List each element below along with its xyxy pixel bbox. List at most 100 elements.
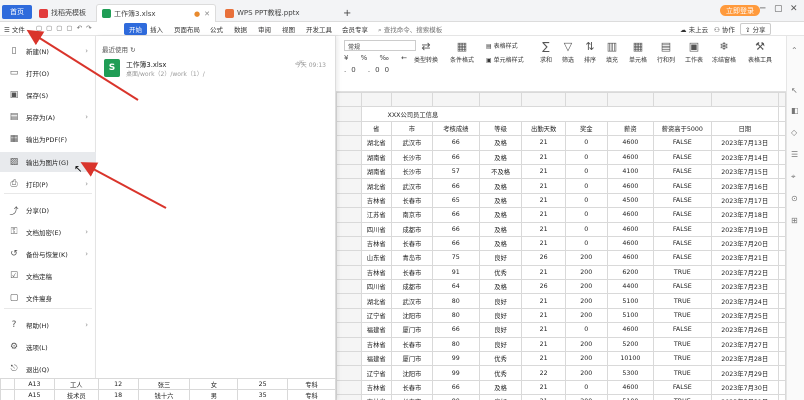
sheet-title[interactable]: XXX公司员工信息 — [360, 106, 779, 122]
table-cell[interactable]: 66 — [431, 149, 480, 165]
table-cell[interactable]: 21 — [521, 307, 566, 324]
table-cell[interactable]: 及格 — [478, 221, 523, 237]
table-cell[interactable]: TRUE — [652, 336, 712, 353]
menu-item-exit[interactable]: ⎋ 退出(Q) — [0, 359, 96, 379]
table-cell[interactable]: 4500 — [606, 192, 654, 209]
menu-item-gear[interactable]: ⚙ 选项(L) — [0, 337, 96, 357]
table-cell[interactable]: 工人 — [53, 378, 99, 390]
table-cell[interactable]: 湖北省 — [360, 293, 392, 309]
new-tab-button[interactable]: + — [338, 4, 352, 22]
column-header[interactable] — [521, 92, 566, 108]
table-cell[interactable]: 200 — [564, 307, 608, 324]
header-cell[interactable]: 薪资 — [606, 120, 654, 137]
table-cell[interactable]: 0 — [564, 178, 608, 194]
table-cell[interactable]: 66 — [431, 135, 480, 151]
row-header[interactable] — [336, 279, 362, 295]
table-cell[interactable]: 成都市 — [390, 279, 433, 295]
cell[interactable] — [777, 149, 786, 165]
table-cell[interactable]: 沈阳市 — [390, 365, 433, 381]
menu-item-help[interactable]: ? 帮助(H) › — [0, 315, 96, 335]
table-cell[interactable]: 吉林省 — [360, 336, 392, 353]
table-cell[interactable]: 21 — [521, 149, 566, 165]
table-cell[interactable]: 湖南省 — [360, 163, 392, 180]
table-cell[interactable]: 200 — [564, 336, 608, 353]
table-cell[interactable]: 21 — [521, 351, 566, 367]
table-cell[interactable]: 2023年7月21日 — [710, 250, 779, 266]
table-cell[interactable]: 及格 — [478, 279, 523, 295]
cell[interactable] — [777, 394, 786, 400]
menu-item-slim[interactable]: ▢ 文件瘦身 — [0, 288, 96, 308]
table-cell[interactable]: 长春市 — [390, 192, 433, 209]
table-cell[interactable]: A15 — [13, 389, 55, 400]
menu-item-lock[interactable]: ⚿ 文档加密(E) › — [0, 222, 96, 242]
table-cell[interactable]: 66 — [431, 379, 480, 396]
table-cell[interactable]: 200 — [564, 250, 608, 266]
table-cell[interactable]: 2023年7月19日 — [710, 221, 779, 237]
table-cell[interactable]: 21 — [521, 293, 566, 309]
table-cell[interactable]: 0 — [564, 322, 608, 338]
cell[interactable] — [777, 106, 786, 122]
row-header[interactable] — [0, 389, 15, 400]
table-cell[interactable]: 2023年7月29日 — [710, 365, 779, 381]
table-cell[interactable]: 及格 — [478, 379, 523, 396]
cell[interactable] — [777, 264, 786, 281]
table-cell[interactable]: 4600 — [606, 135, 654, 151]
row-header[interactable] — [336, 336, 362, 353]
table-cell[interactable]: 21 — [521, 264, 566, 281]
table-cell[interactable]: 沈阳市 — [390, 307, 433, 324]
table-cell[interactable]: 80 — [431, 293, 480, 309]
table-cell[interactable]: 2023年7月23日 — [710, 279, 779, 295]
table-cell[interactable]: 2023年7月26日 — [710, 322, 779, 338]
cell-button[interactable]: ▦ 单元格 — [624, 41, 652, 65]
table-cell[interactable]: 钱十六 — [137, 389, 191, 400]
table-cell[interactable]: 57 — [431, 163, 480, 180]
table-cell[interactable]: TRUE — [652, 264, 712, 281]
table-cell[interactable]: 2023年7月30日 — [710, 379, 779, 396]
table-cell[interactable]: FALSE — [652, 221, 712, 237]
maximize-icon[interactable]: ▢ — [774, 4, 783, 14]
table-cell[interactable]: 2023年7月15日 — [710, 163, 779, 180]
sidebar-style-icon[interactable]: ◧ — [791, 106, 799, 115]
table-cell[interactable]: 良好 — [478, 307, 523, 324]
cond-format-button[interactable]: ▦ 条件格式 — [448, 41, 476, 65]
table-cell[interactable]: 长春市 — [390, 264, 433, 281]
table-cell[interactable]: 良好 — [478, 394, 523, 400]
column-header[interactable] — [606, 92, 654, 108]
table-cell[interactable]: 优秀 — [478, 264, 523, 281]
column-header[interactable] — [777, 92, 786, 108]
table-cell[interactable]: 长春市 — [390, 235, 433, 252]
menu-item-save-as[interactable]: ▤ 另存为(A) › — [0, 107, 96, 127]
table-cell[interactable]: FALSE — [652, 178, 712, 194]
table-cell[interactable]: 18 — [97, 389, 139, 400]
table-cell[interactable]: 25 — [237, 378, 289, 390]
table-cell[interactable]: 5100 — [606, 394, 654, 400]
column-header[interactable] — [710, 92, 779, 108]
table-cell[interactable]: 2023年7月13日 — [710, 135, 779, 151]
table-cell[interactable]: 吉林省 — [360, 235, 392, 252]
table-cell[interactable]: 2023年7月27日 — [710, 336, 779, 353]
table-cell[interactable]: 江苏省 — [360, 207, 392, 223]
table-cell[interactable]: 200 — [564, 365, 608, 381]
table-cell[interactable]: 男 — [189, 389, 239, 400]
ribbon-review[interactable]: 审阅 — [258, 24, 271, 34]
header-cell[interactable]: 市 — [390, 120, 433, 137]
row-header[interactable] — [336, 235, 362, 252]
table-cell[interactable]: 长春市 — [390, 379, 433, 396]
share-button[interactable]: ⇪ 分享 — [740, 23, 771, 35]
sidebar-attr-icon[interactable]: ☰ — [791, 150, 798, 159]
table-cell[interactable]: 4600 — [606, 221, 654, 237]
table-cell[interactable]: 5100 — [606, 293, 654, 309]
column-header[interactable] — [390, 92, 433, 108]
table-cell[interactable]: 0 — [564, 149, 608, 165]
cell[interactable] — [777, 365, 786, 381]
table-cell[interactable]: 21 — [521, 394, 566, 400]
cell[interactable] — [777, 207, 786, 223]
cell[interactable] — [777, 135, 786, 151]
tab-pptx[interactable]: WPS PPT教程.pptx — [220, 4, 338, 22]
table-cell[interactable]: 2023年7月25日 — [710, 307, 779, 324]
ribbon-file[interactable]: ☰ 文件 — [4, 24, 25, 34]
quick-access-icons[interactable]: ▢▢▢▢↶↷ — [36, 24, 95, 32]
table-cell[interactable]: 2023年7月14日 — [710, 149, 779, 165]
menu-item-pdf[interactable]: ▦ 输出为PDF(F) — [0, 129, 96, 149]
menu-item-finalize[interactable]: ☑ 文档定稿 — [0, 266, 96, 286]
